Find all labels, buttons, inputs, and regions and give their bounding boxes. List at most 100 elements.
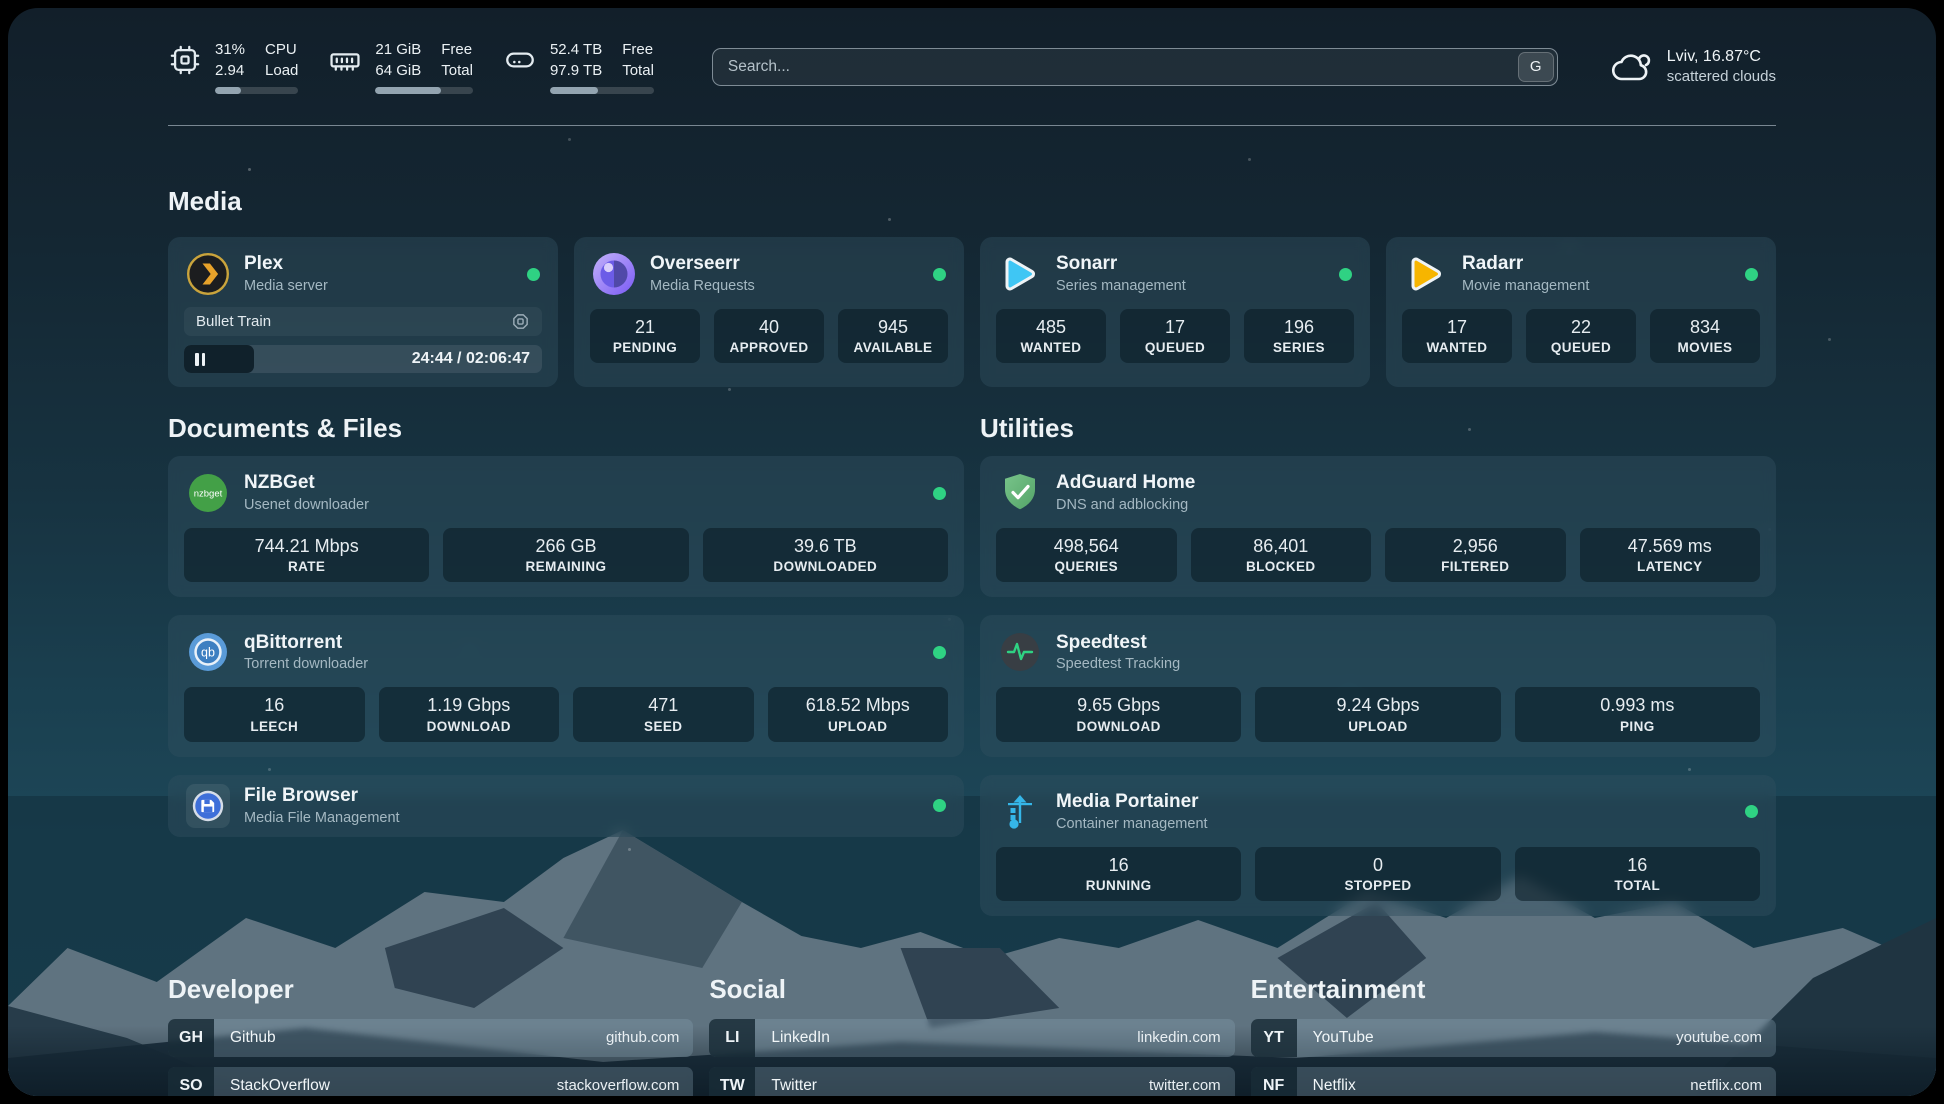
disk-total-value: 97.9 TB: [550, 60, 602, 81]
service-card-plex[interactable]: Plex Media server Bullet Train: [168, 237, 558, 387]
bookmark-group-developer: Developer GH Github github.com SO StackO…: [168, 974, 693, 1096]
dashboard-app: 31% 2.94 CPU Load: [8, 8, 1936, 1096]
status-dot-online: [933, 268, 946, 281]
section-title-utilities: Utilities: [980, 413, 1776, 444]
stat-downloaded: 39.6 TB DOWNLOADED: [703, 528, 948, 582]
stat-wanted: 17 WANTED: [1402, 309, 1512, 363]
bookmark-abbr: LI: [709, 1019, 755, 1057]
service-description: Container management: [1056, 815, 1208, 834]
stat-total: 16 TOTAL: [1515, 847, 1760, 901]
bookmark-abbr: YT: [1251, 1019, 1297, 1057]
bookmark-name: Github: [214, 1029, 276, 1047]
service-name: Radarr: [1462, 252, 1589, 276]
service-card-speedtest[interactable]: Speedtest Speedtest Tracking 9.65 Gbps D…: [980, 615, 1776, 756]
bookmark-stackoverflow[interactable]: SO StackOverflow stackoverflow.com: [168, 1067, 693, 1096]
service-name: File Browser: [244, 784, 400, 808]
service-name: Speedtest: [1056, 631, 1180, 655]
bookmark-domain: netflix.com: [1690, 1077, 1776, 1094]
service-card-overseerr[interactable]: Overseerr Media Requests 21 PENDING 40 A…: [574, 237, 964, 387]
status-dot-online: [1745, 805, 1758, 818]
bookmark-twitter[interactable]: TW Twitter twitter.com: [709, 1067, 1234, 1096]
stat-download: 9.65 Gbps DOWNLOAD: [996, 687, 1241, 741]
stat-running: 16 RUNNING: [996, 847, 1241, 901]
stat-blocked: 86,401 BLOCKED: [1191, 528, 1372, 582]
memory-widget: 21 GiB 64 GiB Free Total: [328, 39, 473, 94]
plex-logo: [186, 252, 230, 296]
bookmark-group-social: Social LI LinkedIn linkedin.com TW Twitt…: [709, 974, 1234, 1096]
header: 31% 2.94 CPU Load: [168, 8, 1776, 125]
weather-widget: Lviv, 16.87°C scattered clouds: [1610, 46, 1776, 88]
service-card-filebrowser[interactable]: File Browser Media File Management: [168, 775, 964, 837]
service-card-portainer[interactable]: Media Portainer Container management 16 …: [980, 775, 1776, 916]
search-bar: G: [712, 48, 1558, 86]
service-description: Torrent downloader: [244, 655, 368, 674]
cpu-progress-bar: [215, 87, 298, 94]
portainer-logo: [998, 790, 1042, 834]
search-provider-button[interactable]: G: [1518, 52, 1554, 82]
qbittorrent-logo: qb: [186, 630, 230, 674]
bookmark-group-title: Developer: [168, 974, 693, 1005]
service-description: Media server: [244, 277, 328, 296]
service-card-adguard[interactable]: AdGuard Home DNS and adblocking 498,564 …: [980, 456, 1776, 597]
service-description: Series management: [1056, 277, 1186, 296]
section-title-media: Media: [168, 186, 1776, 217]
now-playing-row: Bullet Train: [184, 307, 542, 336]
bookmark-netflix[interactable]: NF Netflix netflix.com: [1251, 1067, 1776, 1096]
playback-time: 24:44 / 02:06:47: [412, 350, 542, 368]
svg-text:nzbget: nzbget: [194, 489, 223, 500]
service-name: Plex: [244, 252, 328, 276]
disk-free-value: 52.4 TB: [550, 39, 602, 60]
stat-leech: 16 LEECH: [184, 687, 365, 741]
service-name: NZBGet: [244, 471, 369, 495]
service-description: Media Requests: [650, 277, 755, 296]
playback-elapsed: [184, 345, 254, 373]
service-name: qBittorrent: [244, 631, 368, 655]
filebrowser-logo: [186, 784, 230, 828]
cloud-icon: [1610, 49, 1654, 85]
stat-seed: 471 SEED: [573, 687, 754, 741]
stat-filtered: 2,956 FILTERED: [1385, 528, 1566, 582]
cpu-load-value: 2.94: [215, 60, 245, 81]
bookmark-name: Twitter: [755, 1077, 817, 1095]
stat-remaining: 266 GB REMAINING: [443, 528, 688, 582]
service-description: Speedtest Tracking: [1056, 655, 1180, 674]
weather-location-temp: Lviv, 16.87°C: [1667, 46, 1776, 68]
service-card-sonarr[interactable]: Sonarr Series management 485 WANTED 17 Q…: [980, 237, 1370, 387]
service-name: Overseerr: [650, 252, 755, 276]
stat-upload: 9.24 Gbps UPLOAD: [1255, 687, 1500, 741]
service-name: Sonarr: [1056, 252, 1186, 276]
bookmark-domain: youtube.com: [1676, 1029, 1776, 1046]
bookmark-linkedin[interactable]: LI LinkedIn linkedin.com: [709, 1019, 1234, 1057]
section-title-documents: Documents & Files: [168, 413, 964, 444]
cpu-load-label: Load: [265, 60, 298, 81]
service-card-qbittorrent[interactable]: qb qBittorrent Torrent downloader 16: [168, 615, 964, 756]
bookmark-youtube[interactable]: YT YouTube youtube.com: [1251, 1019, 1776, 1057]
bookmark-name: StackOverflow: [214, 1077, 330, 1095]
service-description: Usenet downloader: [244, 496, 369, 515]
nzbget-logo: nzbget: [186, 471, 230, 515]
cpu-widget: 31% 2.94 CPU Load: [168, 39, 298, 94]
bookmark-abbr: TW: [709, 1067, 755, 1096]
svg-text:qb: qb: [201, 646, 215, 660]
bookmark-group-title: Social: [709, 974, 1234, 1005]
status-dot-online: [933, 799, 946, 812]
service-card-radarr[interactable]: Radarr Movie management 17 WANTED 22 QUE…: [1386, 237, 1776, 387]
bookmark-domain: linkedin.com: [1137, 1029, 1234, 1046]
memory-icon: [328, 43, 362, 77]
stat-queued: 22 QUEUED: [1526, 309, 1636, 363]
bookmark-abbr: SO: [168, 1067, 214, 1096]
bookmark-domain: stackoverflow.com: [557, 1077, 694, 1094]
bookmark-github[interactable]: GH Github github.com: [168, 1019, 693, 1057]
radarr-logo: [1404, 252, 1448, 296]
cpu-label: CPU: [265, 39, 298, 60]
bookmark-name: Netflix: [1297, 1077, 1356, 1095]
status-dot-online: [527, 268, 540, 281]
status-dot-online: [933, 487, 946, 500]
stat-latency: 47.569 ms LATENCY: [1580, 528, 1761, 582]
cpu-percent: 31%: [215, 39, 245, 60]
stat-rate: 744.21 Mbps RATE: [184, 528, 429, 582]
stat-ping: 0.993 ms PING: [1515, 687, 1760, 741]
memory-free-value: 21 GiB: [375, 39, 421, 60]
search-input[interactable]: [712, 48, 1558, 86]
service-card-nzbget[interactable]: nzbget NZBGet Usenet downloader 744.21 M…: [168, 456, 964, 597]
